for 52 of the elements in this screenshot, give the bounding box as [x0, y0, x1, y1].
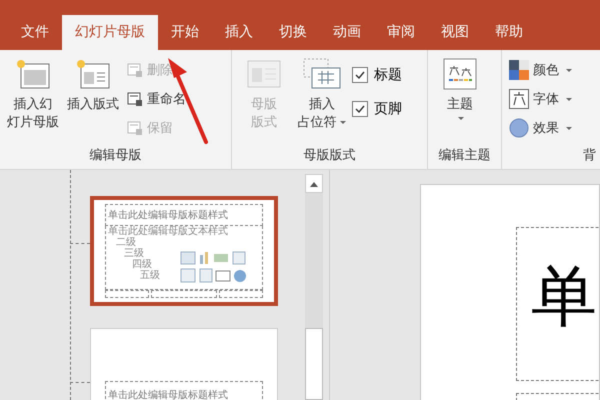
- group-label: 母版版式: [302, 147, 356, 165]
- ribbon-tab[interactable]: 帮助: [482, 15, 536, 50]
- scroll-up-button[interactable]: [305, 174, 323, 193]
- ribbon-button[interactable]: 颜色: [506, 58, 576, 82]
- ribbon-tab[interactable]: 切换: [266, 15, 320, 50]
- group-label: 编辑主题: [438, 147, 492, 165]
- up-arrow-icon: [309, 180, 319, 188]
- slide-icon: [127, 120, 143, 136]
- footer-placeholder: [218, 290, 263, 298]
- ribbon-button[interactable]: 重命名: [124, 87, 189, 111]
- placeholder-text: 五级: [140, 270, 160, 281]
- theme-button[interactable]: 主题: [432, 54, 488, 126]
- scrollbar[interactable]: [305, 174, 323, 400]
- ribbon-tab[interactable]: 审阅: [374, 15, 428, 50]
- group-label: 编辑母版: [88, 147, 142, 165]
- ribbon-button[interactable]: 插入版式: [64, 54, 122, 118]
- slide-icon: [127, 91, 143, 107]
- checkbox[interactable]: [352, 101, 368, 117]
- placeholder-text: 二级: [116, 237, 136, 248]
- footer-placeholder: [151, 290, 217, 298]
- placeholder-text: 四级: [132, 259, 152, 270]
- slide-master-icon: [15, 58, 51, 90]
- ribbon-tab[interactable]: 幻灯片母版: [62, 15, 158, 50]
- placeholder-text: 单击此处编辑母版标题样式: [108, 208, 228, 222]
- slide-title: 单: [531, 264, 597, 330]
- theme-icon: [443, 58, 477, 90]
- ribbon-tab[interactable]: 视图: [428, 15, 482, 50]
- ribbon-tab[interactable]: 开始: [158, 15, 212, 50]
- checkbox-label: 标题: [374, 66, 402, 84]
- placeholder-icon: [302, 58, 342, 90]
- ribbon-button[interactable]: 插入 占位符: [294, 54, 350, 136]
- slide-thumbnail[interactable]: 单击此处编辑母版标题样式 单击此处编辑母版文本样式 二级 三级 四级 五级: [90, 196, 278, 306]
- checkbox-label: 页脚: [374, 100, 402, 118]
- scroll-thumb[interactable]: [305, 328, 323, 400]
- ribbon-tab[interactable]: 动画: [320, 15, 374, 50]
- ribbon-button[interactable]: 插入幻 灯片母版: [4, 54, 62, 136]
- font-icon: [509, 89, 529, 109]
- placeholder-text: 单击此处编辑母版标题样式: [108, 388, 228, 400]
- placeholder-text: 单击此处编辑母版文本样式: [108, 226, 228, 237]
- placeholder-text: 三级: [124, 248, 144, 259]
- footer-placeholder: [105, 290, 150, 298]
- ribbon-button[interactable]: 字体: [506, 87, 576, 111]
- group-label: 背: [582, 147, 596, 165]
- slide-icon: [127, 62, 143, 78]
- ribbon-tab[interactable]: 文件: [8, 15, 62, 50]
- checkbox[interactable]: [352, 67, 368, 83]
- layout-icon: [75, 58, 111, 90]
- effects-icon: [509, 118, 529, 138]
- slide-thumbnail[interactable]: 单击此处编辑母版标题样式: [90, 328, 278, 400]
- ribbon-tab[interactable]: 插入: [212, 15, 266, 50]
- ribbon-button[interactable]: 效果: [506, 116, 576, 140]
- color-swatch-icon: [509, 60, 529, 80]
